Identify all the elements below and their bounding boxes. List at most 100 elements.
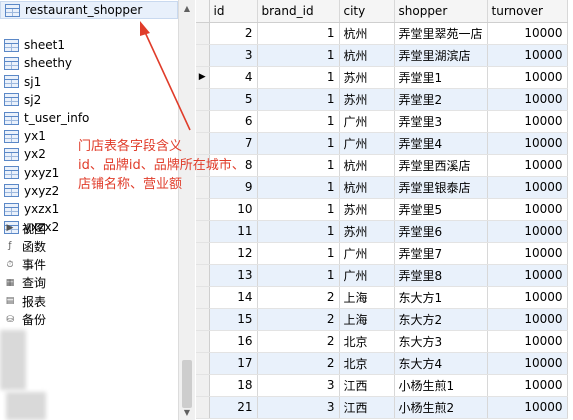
row-header[interactable] [196,22,210,45]
cell-city[interactable]: 上海 [339,286,395,309]
cell-city[interactable]: 上海 [339,308,395,331]
cell-turnover[interactable]: 10000 [487,176,568,199]
cell-brand-id[interactable]: 1 [257,264,340,287]
cell-brand-id[interactable]: 2 [257,352,340,375]
cell-brand-id[interactable]: 1 [257,242,340,265]
cell-id[interactable]: 6 [209,110,258,133]
row-header[interactable] [196,220,210,243]
row-header[interactable] [196,110,210,133]
column-header-id[interactable]: id [209,0,258,23]
table-row[interactable]: 12 1 广州 弄堂里7 10000 [196,242,568,265]
cell-turnover[interactable]: 10000 [487,22,568,45]
cell-shopper[interactable]: 东大方3 [394,330,488,353]
row-header[interactable] [196,396,210,419]
table-row[interactable]: 5 1 苏州 弄堂里2 10000 [196,88,568,111]
sidebar-scrollbar[interactable]: ▲ ▼ [178,0,195,420]
column-header-shopper[interactable]: shopper [394,0,488,23]
cell-turnover[interactable]: 10000 [487,220,568,243]
cell-shopper[interactable]: 弄堂里湖滨店 [394,44,488,67]
cell-city[interactable]: 杭州 [339,176,395,199]
current-row-indicator-icon[interactable]: ▶ [196,66,210,89]
table-row[interactable]: 18 3 江西 小杨生煎1 10000 [196,374,568,397]
cell-brand-id[interactable]: 3 [257,396,340,419]
cell-brand-id[interactable]: 1 [257,198,340,221]
cell-shopper[interactable]: 弄堂里西溪店 [394,154,488,177]
cell-turnover[interactable]: 10000 [487,286,568,309]
cell-id[interactable]: 15 [209,308,258,331]
cell-turnover[interactable]: 10000 [487,330,568,353]
cell-brand-id[interactable]: 1 [257,44,340,67]
cell-brand-id[interactable]: 1 [257,110,340,133]
cell-id[interactable]: 16 [209,330,258,353]
cell-id[interactable]: 10 [209,198,258,221]
cell-shopper[interactable]: 弄堂里1 [394,66,488,89]
cell-city[interactable]: 杭州 [339,22,395,45]
sidebar-node[interactable]: ⛁ 备份 [0,311,178,329]
row-header[interactable] [196,308,210,331]
cell-turnover[interactable]: 10000 [487,374,568,397]
cell-turnover[interactable]: 10000 [487,264,568,287]
table-row[interactable]: 14 2 上海 东大方1 10000 [196,286,568,309]
sidebar-item-table[interactable]: yxzx1 [0,200,178,218]
sidebar-node[interactable]: ▤ 报表 [0,292,178,310]
cell-id[interactable]: 13 [209,264,258,287]
cell-city[interactable]: 广州 [339,110,395,133]
table-row[interactable]: 15 2 上海 东大方2 10000 [196,308,568,331]
cell-turnover[interactable]: 10000 [487,132,568,155]
row-header[interactable] [196,242,210,265]
cell-turnover[interactable]: 10000 [487,198,568,221]
table-row[interactable]: 11 1 苏州 弄堂里6 10000 [196,220,568,243]
table-row[interactable]: 10 1 苏州 弄堂里5 10000 [196,198,568,221]
table-row[interactable]: 3 1 杭州 弄堂里湖滨店 10000 [196,44,568,67]
row-header[interactable] [196,44,210,67]
cell-brand-id[interactable]: 1 [257,66,340,89]
sidebar-item-table[interactable]: sheet1 [0,36,178,54]
row-header[interactable] [196,88,210,111]
cell-city[interactable]: 苏州 [339,66,395,89]
cell-shopper[interactable]: 弄堂里4 [394,132,488,155]
cell-brand-id[interactable]: 1 [257,220,340,243]
sidebar-item-table[interactable]: t_user_info [0,109,178,127]
sidebar-item-table[interactable]: restaurant_shopper [0,1,178,19]
cell-brand-id[interactable]: 2 [257,286,340,309]
cell-shopper[interactable]: 弄堂里2 [394,88,488,111]
cell-city[interactable]: 广州 [339,242,395,265]
table-row[interactable]: 13 1 广州 弄堂里8 10000 [196,264,568,287]
sidebar-item-table[interactable]: sj1 [0,73,178,91]
cell-turnover[interactable]: 10000 [487,352,568,375]
row-header[interactable] [196,198,210,221]
cell-turnover[interactable]: 10000 [487,396,568,419]
row-header[interactable] [196,264,210,287]
cell-city[interactable]: 广州 [339,132,395,155]
cell-city[interactable]: 苏州 [339,198,395,221]
sidebar-node[interactable]: ⏱ 事件 [0,256,178,274]
cell-turnover[interactable]: 10000 [487,88,568,111]
cell-shopper[interactable]: 弄堂里6 [394,220,488,243]
table-row[interactable]: ▶ 4 1 苏州 弄堂里1 10000 [196,66,568,89]
cell-brand-id[interactable]: 1 [257,22,340,45]
column-header-city[interactable]: city [339,0,395,23]
row-header[interactable] [196,352,210,375]
scroll-up-arrow-icon[interactable]: ▲ [179,0,195,16]
table-row[interactable]: 17 2 北京 东大方4 10000 [196,352,568,375]
cell-turnover[interactable]: 10000 [487,110,568,133]
cell-turnover[interactable]: 10000 [487,242,568,265]
cell-brand-id[interactable]: 1 [257,88,340,111]
cell-id[interactable]: 3 [209,44,258,67]
cell-turnover[interactable]: 10000 [487,308,568,331]
cell-id[interactable]: 18 [209,374,258,397]
cell-id[interactable]: 4 [209,66,258,89]
cell-city[interactable]: 杭州 [339,44,395,67]
cell-shopper[interactable]: 弄堂里银泰店 [394,176,488,199]
cell-id[interactable]: 2 [209,22,258,45]
cell-shopper[interactable]: 东大方2 [394,308,488,331]
cell-city[interactable]: 苏州 [339,88,395,111]
scrollbar-thumb[interactable] [182,360,192,408]
cell-shopper[interactable]: 小杨生煎2 [394,396,488,419]
table-row[interactable]: 6 1 广州 弄堂里3 10000 [196,110,568,133]
table-row[interactable]: 16 2 北京 东大方3 10000 [196,330,568,353]
cell-city[interactable]: 江西 [339,374,395,397]
row-header[interactable] [196,330,210,353]
cell-id[interactable]: 11 [209,220,258,243]
sidebar-node[interactable]: ▦ 查询 [0,274,178,292]
